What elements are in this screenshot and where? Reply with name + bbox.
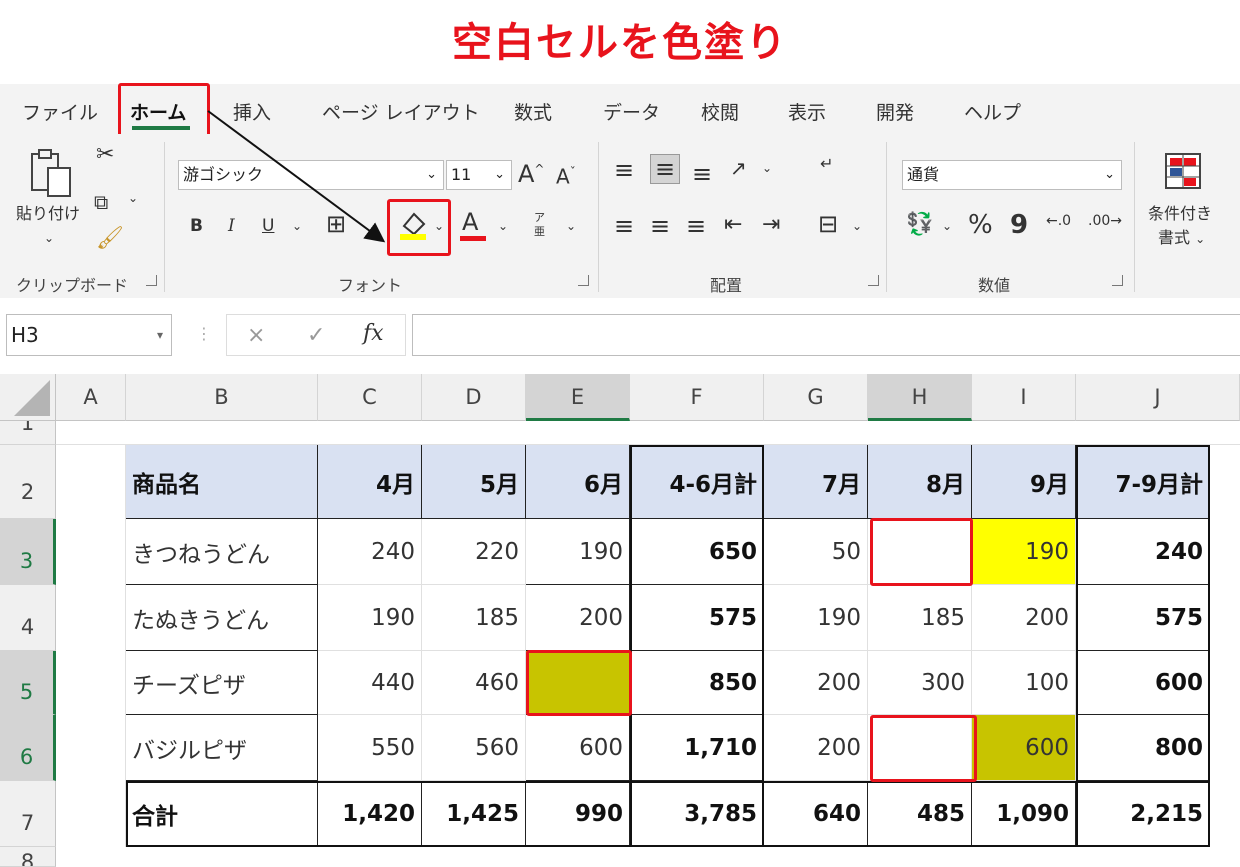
cell-r2-c2[interactable]: 4月: [318, 445, 422, 519]
cell-r4-c7[interactable]: 185: [868, 585, 972, 651]
cell-r7-c9[interactable]: 2,215: [1076, 781, 1210, 847]
cell-r4-c1[interactable]: たぬきうどん: [126, 585, 318, 651]
cell-r7-c2[interactable]: 1,420: [318, 781, 422, 847]
cell-r6-c1[interactable]: バジルピザ: [126, 715, 318, 781]
cell-r6-c5[interactable]: 1,710: [630, 715, 764, 781]
row-header-6[interactable]: 6: [0, 715, 56, 781]
formula-bar: H3 ▾ ⋮ × ✓ fx: [0, 298, 1240, 374]
column-header-a[interactable]: A: [56, 374, 126, 421]
column-header-j[interactable]: J: [1076, 374, 1240, 421]
cell-r4-c8[interactable]: 200: [972, 585, 1076, 651]
row-8-cells[interactable]: [56, 847, 1240, 867]
column-header-c[interactable]: C: [318, 374, 422, 421]
chevron-down-icon: ▾: [156, 328, 163, 342]
cell-r6-c8[interactable]: 600: [972, 715, 1076, 781]
cell-r2-c4[interactable]: 6月: [526, 445, 630, 519]
row-header-4[interactable]: 4: [0, 585, 56, 651]
row-header-3[interactable]: 3: [0, 519, 56, 585]
select-all-button[interactable]: [0, 374, 56, 421]
cell-r6-c9[interactable]: 800: [1076, 715, 1210, 781]
enter-icon[interactable]: ✓: [307, 325, 325, 347]
blank-cell-highlight-h6: [870, 715, 977, 782]
cell-r4-c2[interactable]: 190: [318, 585, 422, 651]
cell-r6-c6[interactable]: 200: [764, 715, 868, 781]
cell-r4-c6[interactable]: 190: [764, 585, 868, 651]
cell-r2-c3[interactable]: 5月: [422, 445, 526, 519]
row-header-8[interactable]: 8: [0, 847, 56, 867]
formula-buttons: × ✓ fx: [226, 314, 406, 356]
cell-r5-c1[interactable]: チーズピザ: [126, 651, 318, 715]
cell-r3-c8[interactable]: 190: [972, 519, 1076, 585]
column-header-i[interactable]: I: [972, 374, 1076, 421]
row-header-7[interactable]: 7: [0, 781, 56, 847]
column-header-g[interactable]: G: [764, 374, 868, 421]
cell-r4-c5[interactable]: 575: [630, 585, 764, 651]
cell-r5-c8[interactable]: 100: [972, 651, 1076, 715]
cell-r5-c2[interactable]: 440: [318, 651, 422, 715]
row-header-2[interactable]: 2: [0, 445, 56, 519]
cell-r6-c3[interactable]: 560: [422, 715, 526, 781]
cell-r5-c9[interactable]: 600: [1076, 651, 1210, 715]
row-1-cells[interactable]: [56, 421, 1240, 445]
cell-r3-c2[interactable]: 240: [318, 519, 422, 585]
cell-r2-c5[interactable]: 4-6月計: [630, 445, 764, 519]
cell-r2-c1[interactable]: 商品名: [126, 445, 318, 519]
cell-r5-c6[interactable]: 200: [764, 651, 868, 715]
cell-r2-c8[interactable]: 9月: [972, 445, 1076, 519]
cell-r3-c4[interactable]: 190: [526, 519, 630, 585]
cell-r5-c7[interactable]: 300: [868, 651, 972, 715]
cell-r4-c4[interactable]: 200: [526, 585, 630, 651]
row-header-1[interactable]: 1: [0, 421, 56, 445]
cell-r5-c5[interactable]: 850: [630, 651, 764, 715]
cell-r2-c7[interactable]: 8月: [868, 445, 972, 519]
blank-cell-highlight-e5: [526, 650, 632, 716]
cell-r7-c7[interactable]: 485: [868, 781, 972, 847]
cell-r2-c9[interactable]: 7-9月計: [1076, 445, 1210, 519]
cell-r7-c3[interactable]: 1,425: [422, 781, 526, 847]
column-header-b[interactable]: B: [126, 374, 318, 421]
cell-r7-c8[interactable]: 1,090: [972, 781, 1076, 847]
cell-r4-c9[interactable]: 575: [1076, 585, 1210, 651]
cell-r3-c6[interactable]: 50: [764, 519, 868, 585]
cell-r5-c3[interactable]: 460: [422, 651, 526, 715]
blank-cell-highlight-h3: [870, 518, 973, 586]
cell-r3-c5[interactable]: 650: [630, 519, 764, 585]
name-box-value: H3: [11, 323, 39, 347]
name-box[interactable]: H3 ▾: [6, 314, 172, 356]
cell-r4-c3[interactable]: 185: [422, 585, 526, 651]
row-header-5[interactable]: 5: [0, 651, 56, 715]
cell-r7-c5[interactable]: 3,785: [630, 781, 764, 847]
cell-r3-c1[interactable]: きつねうどん: [126, 519, 318, 585]
column-header-f[interactable]: F: [630, 374, 764, 421]
column-header-d[interactable]: D: [422, 374, 526, 421]
cell-r6-c2[interactable]: 550: [318, 715, 422, 781]
cell-r3-c9[interactable]: 240: [1076, 519, 1210, 585]
cancel-icon[interactable]: ×: [247, 325, 265, 347]
cell-r7-c6[interactable]: 640: [764, 781, 868, 847]
cell-r3-c3[interactable]: 220: [422, 519, 526, 585]
cell-r7-c4[interactable]: 990: [526, 781, 630, 847]
formula-input[interactable]: [412, 314, 1240, 356]
column-header-e[interactable]: E: [526, 374, 630, 421]
formula-bar-handle-icon[interactable]: ⋮: [196, 326, 212, 342]
column-header-h[interactable]: H: [868, 374, 972, 421]
column-a-cells[interactable]: [56, 445, 126, 847]
cell-r2-c6[interactable]: 7月: [764, 445, 868, 519]
select-all-triangle-icon: [14, 380, 50, 416]
cell-r6-c4[interactable]: 600: [526, 715, 630, 781]
insert-function-icon[interactable]: fx: [363, 323, 384, 345]
cell-r7-c1[interactable]: 合計: [126, 781, 318, 847]
